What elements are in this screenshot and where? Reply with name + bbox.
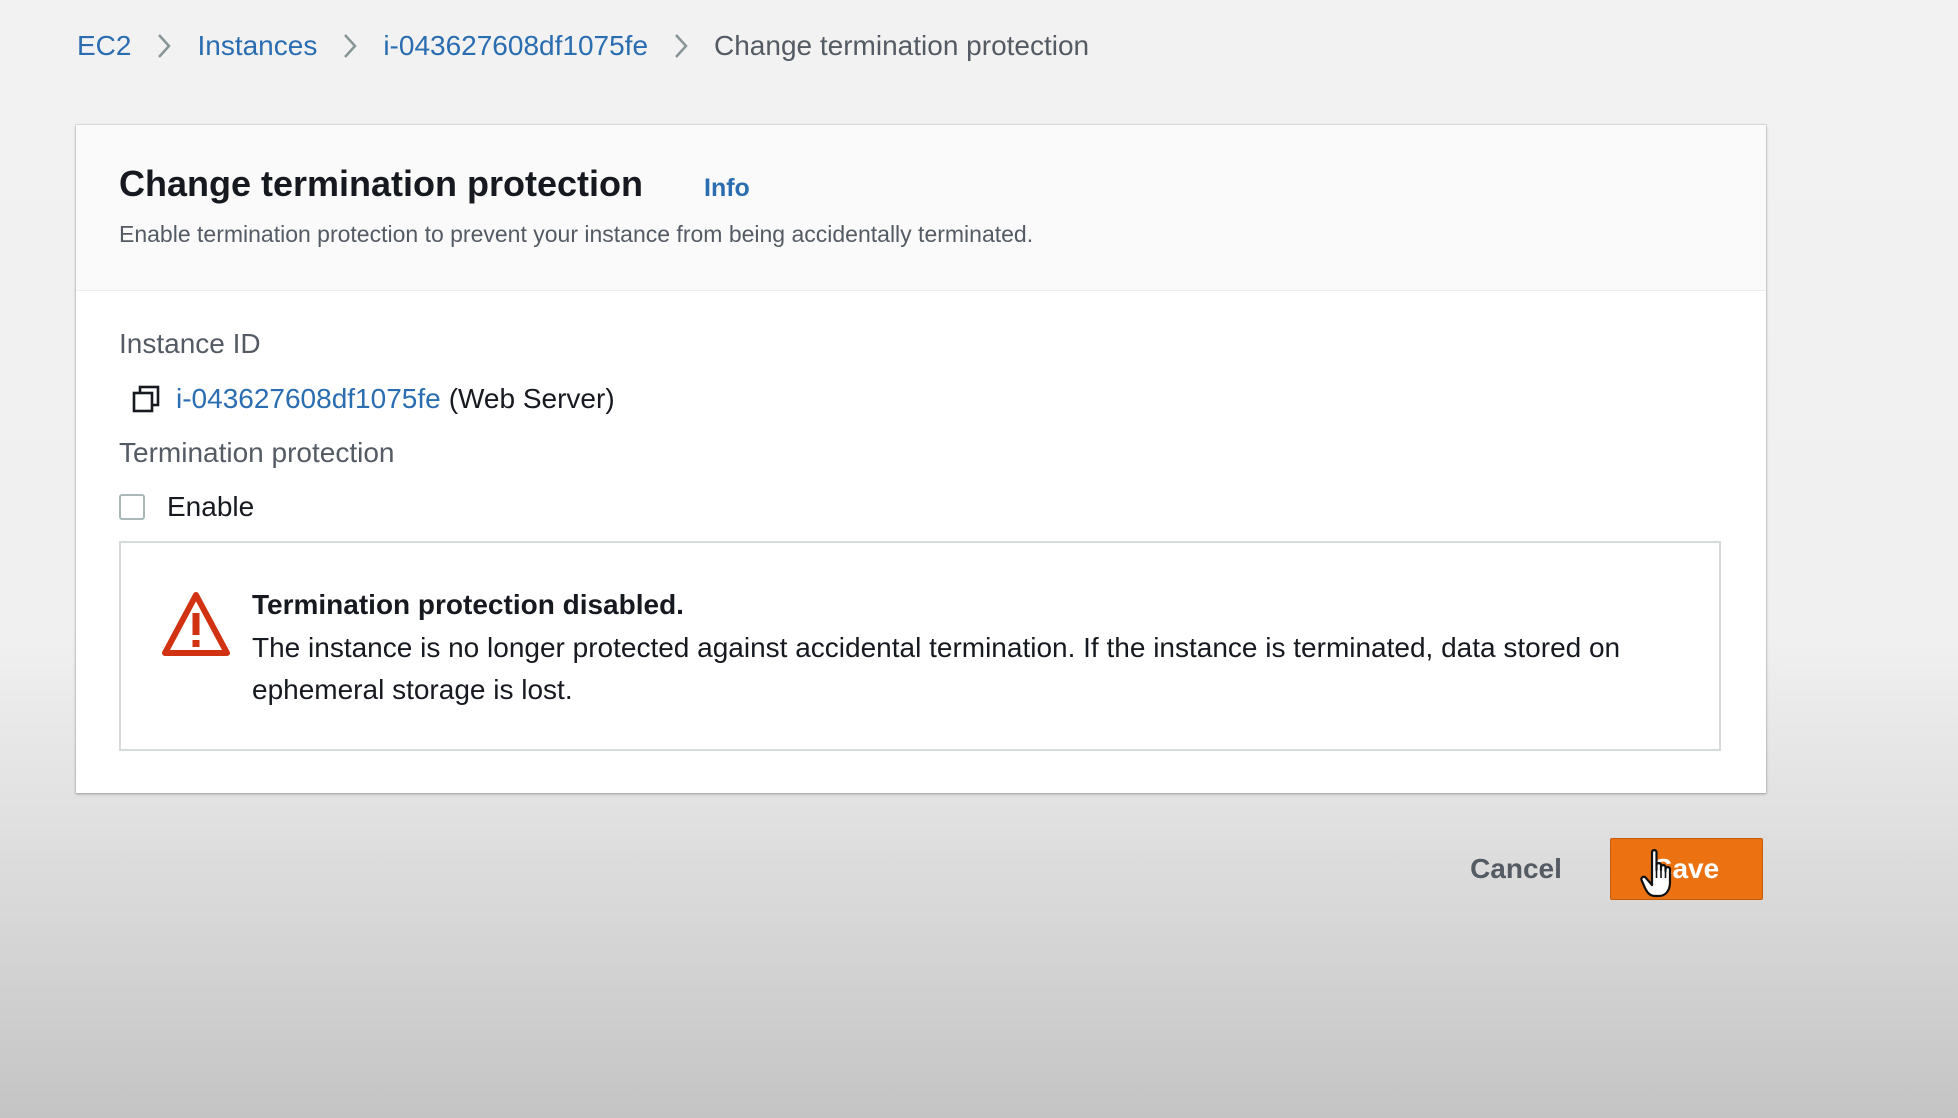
alert-title: Termination protection disabled. bbox=[252, 589, 684, 620]
cancel-button[interactable]: Cancel bbox=[1440, 838, 1592, 900]
breadcrumb-ec2-link[interactable]: EC2 bbox=[77, 30, 131, 62]
alert-body: The instance is no longer protected agai… bbox=[252, 632, 1621, 705]
page-title: Change termination protection bbox=[119, 163, 644, 204]
warning-alert: Termination protection disabled. The ins… bbox=[119, 541, 1721, 751]
enable-checkbox-row[interactable]: Enable bbox=[119, 487, 254, 527]
panel-header: Change termination protection Info Enabl… bbox=[76, 125, 1766, 291]
enable-checkbox-label: Enable bbox=[167, 491, 255, 522]
warning-icon bbox=[162, 592, 230, 656]
info-link[interactable]: Info bbox=[704, 174, 750, 203]
chevron-right-icon bbox=[648, 26, 714, 66]
hand-cursor-icon bbox=[1640, 849, 1672, 898]
breadcrumb-instances-link[interactable]: Instances bbox=[197, 30, 317, 62]
breadcrumb-current-page: Change termination protection bbox=[714, 30, 1090, 61]
breadcrumb: EC2 Instances i-043627608df1075fe Change… bbox=[77, 22, 1089, 70]
instance-id-label: Instance ID bbox=[119, 328, 261, 359]
chevron-right-icon bbox=[317, 26, 383, 66]
instance-id-value: i-043627608df1075fe (Web Server) bbox=[130, 377, 615, 421]
termination-protection-label: Termination protection bbox=[119, 437, 395, 468]
termination-protection-panel: Change termination protection Info Enabl… bbox=[76, 125, 1766, 793]
chevron-right-icon bbox=[131, 26, 197, 66]
copy-icon[interactable] bbox=[130, 383, 162, 415]
instance-name: (Web Server) bbox=[448, 383, 615, 414]
enable-checkbox[interactable] bbox=[119, 494, 145, 520]
panel-description: Enable termination protection to prevent… bbox=[119, 221, 1034, 247]
breadcrumb-instance-id-link[interactable]: i-043627608df1075fe bbox=[383, 30, 648, 62]
save-button[interactable]: Save bbox=[1610, 838, 1763, 900]
instance-id-link[interactable]: i-043627608df1075fe bbox=[176, 383, 441, 415]
